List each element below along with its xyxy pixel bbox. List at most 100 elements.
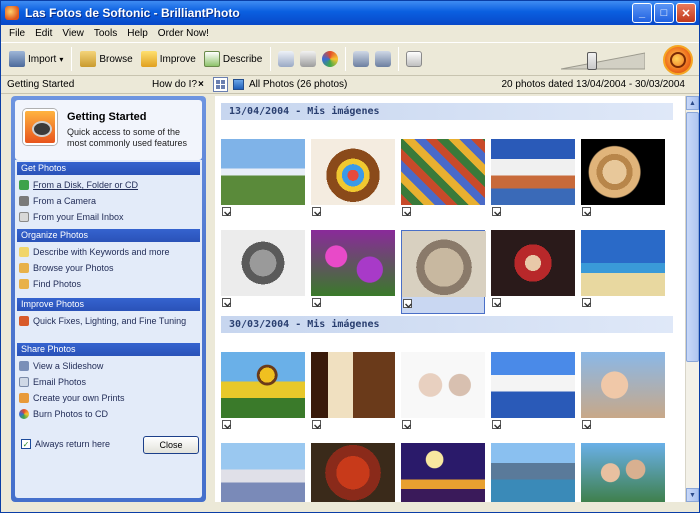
night-moon-photo	[401, 443, 485, 502]
describe-button[interactable]: Describe	[200, 46, 266, 72]
shortcut-flag-icon[interactable]	[402, 420, 411, 429]
describe-icon	[203, 51, 220, 67]
shortcut-flag-icon[interactable]	[222, 298, 231, 307]
shortcut-flag-icon[interactable]	[222, 420, 231, 429]
import-button[interactable]: Import ▾	[5, 46, 67, 72]
scroll-thumb[interactable]	[686, 112, 699, 362]
photo-thumbnail[interactable]	[311, 443, 395, 502]
shortcut-flag-icon[interactable]	[222, 207, 231, 216]
improve-label: Improve	[159, 53, 196, 65]
photo-thumbnail[interactable]	[491, 443, 575, 502]
pink-flowers-photo	[311, 230, 395, 296]
from-email-link[interactable]: From your Email Inbox	[19, 210, 124, 224]
menu-file[interactable]: File	[4, 28, 30, 39]
photo-thumbnail[interactable]	[401, 139, 485, 223]
shortcut-flag-icon[interactable]	[312, 420, 321, 429]
browse-button[interactable]: Browse	[76, 46, 136, 72]
share-button[interactable]	[350, 47, 372, 71]
wolf-photo	[221, 230, 305, 296]
photo-thumbnail[interactable]	[311, 230, 395, 314]
photo-thumbnail[interactable]	[491, 139, 575, 223]
email-photos-link[interactable]: Email Photos	[19, 375, 86, 389]
photo-thumbnail[interactable]	[491, 230, 575, 314]
scroll-down-button[interactable]: ▼	[686, 488, 699, 502]
prints-link[interactable]: Create your own Prints	[19, 391, 125, 405]
pavilion-photo	[221, 443, 305, 502]
photo-thumbnail[interactable]	[581, 443, 665, 502]
close-panel-button[interactable]: ×	[198, 79, 204, 90]
upload-button[interactable]	[372, 47, 394, 71]
toolbar-separator	[345, 47, 347, 71]
checkbox-box[interactable]: ✓	[21, 439, 31, 449]
menu-view[interactable]: View	[57, 28, 89, 39]
photo-thumbnail[interactable]	[401, 352, 485, 436]
volcano-clouds-photo	[491, 139, 575, 205]
date-group-header[interactable]: 30/03/2004 - Mis imágenes	[221, 316, 673, 333]
close-window-button[interactable]: ✕	[676, 3, 696, 23]
browse-photos-link[interactable]: Browse your Photos	[19, 261, 114, 275]
maximize-button[interactable]: □	[654, 3, 674, 23]
colorful-eggs-photo	[401, 139, 485, 205]
menu-order-now[interactable]: Order Now!	[153, 28, 214, 39]
slideshow-link[interactable]: View a Slideshow	[19, 359, 103, 373]
photo-thumbnail[interactable]	[581, 230, 665, 314]
card-button[interactable]	[403, 47, 425, 71]
photo-thumbnail[interactable]	[221, 443, 305, 502]
photo-thumbnail[interactable]	[401, 230, 486, 314]
find-photos-link[interactable]: Find Photos	[19, 277, 81, 291]
thumbnail-view-icon[interactable]	[213, 77, 228, 92]
shortcut-flag-icon[interactable]	[312, 207, 321, 216]
photo-thumbnail[interactable]	[221, 352, 305, 436]
card-icon	[406, 51, 423, 67]
smiley-logo-icon[interactable]	[663, 45, 693, 75]
photo-thumbnail[interactable]	[581, 352, 665, 436]
always-return-checkbox[interactable]: ✓ Always return here	[21, 439, 110, 449]
date-group-header[interactable]: 13/04/2004 - Mis imágenes	[221, 103, 673, 120]
burn-cd-button[interactable]	[319, 47, 341, 71]
zoom-slider[interactable]	[561, 51, 645, 71]
photo-thumbnail[interactable]	[221, 230, 305, 314]
shortcut-flag-icon[interactable]	[582, 207, 591, 216]
menu-edit[interactable]: Edit	[30, 28, 57, 39]
minimize-button[interactable]: _	[632, 3, 652, 23]
photo-thumbnail[interactable]	[311, 352, 395, 436]
shortcut-flag-icon[interactable]	[582, 298, 591, 307]
quick-fixes-link[interactable]: Quick Fixes, Lighting, and Fine Tuning	[19, 314, 186, 328]
improve-button[interactable]: Improve	[137, 46, 200, 72]
describe-keywords-link[interactable]: Describe with Keywords and more	[19, 245, 170, 259]
magic-wand-icon	[19, 316, 29, 326]
browse-photos-label: Browse your Photos	[33, 263, 114, 273]
from-disk-link[interactable]: From a Disk, Folder or CD	[19, 178, 138, 192]
from-camera-link[interactable]: From a Camera	[19, 194, 96, 208]
import-label: Import	[28, 53, 57, 65]
menu-help[interactable]: Help	[122, 28, 153, 39]
shortcut-flag-icon[interactable]	[492, 420, 501, 429]
burn-cd-link[interactable]: Burn Photos to CD	[19, 407, 108, 421]
getting-started-panel: Getting Started Quick access to some of …	[11, 96, 206, 502]
shortcut-flag-icon[interactable]	[582, 420, 591, 429]
how-do-i-link[interactable]: How do I?	[152, 79, 197, 90]
menu-tools[interactable]: Tools	[89, 28, 122, 39]
all-photos-label[interactable]: All Photos (26 photos)	[249, 79, 347, 90]
shortcut-flag-icon[interactable]	[402, 207, 411, 216]
mail-button[interactable]	[275, 47, 297, 71]
photo-thumbnail[interactable]	[491, 352, 575, 436]
print-button[interactable]	[297, 47, 319, 71]
zoom-thumb[interactable]	[587, 52, 597, 70]
photo-thumbnail[interactable]	[221, 139, 305, 223]
always-return-label: Always return here	[35, 439, 111, 449]
shortcut-flag-icon[interactable]	[492, 207, 501, 216]
photo-thumbnail[interactable]	[401, 443, 485, 502]
section-improve-photos: Improve Photos	[17, 298, 200, 311]
shortcut-flag-icon[interactable]	[492, 298, 501, 307]
folder-icon	[19, 180, 29, 190]
photo-thumbnail[interactable]	[311, 139, 395, 223]
close-button[interactable]: Close	[143, 436, 199, 454]
menu-bar: File Edit View Tools Help Order Now!	[1, 25, 699, 42]
from-disk-label: From a Disk, Folder or CD	[33, 180, 139, 190]
shortcut-flag-icon[interactable]	[403, 299, 412, 308]
shortcut-flag-icon[interactable]	[312, 298, 321, 307]
vertical-scrollbar[interactable]: ▲ ▼	[685, 96, 699, 502]
scroll-up-button[interactable]: ▲	[686, 96, 699, 110]
photo-thumbnail[interactable]	[581, 139, 665, 223]
